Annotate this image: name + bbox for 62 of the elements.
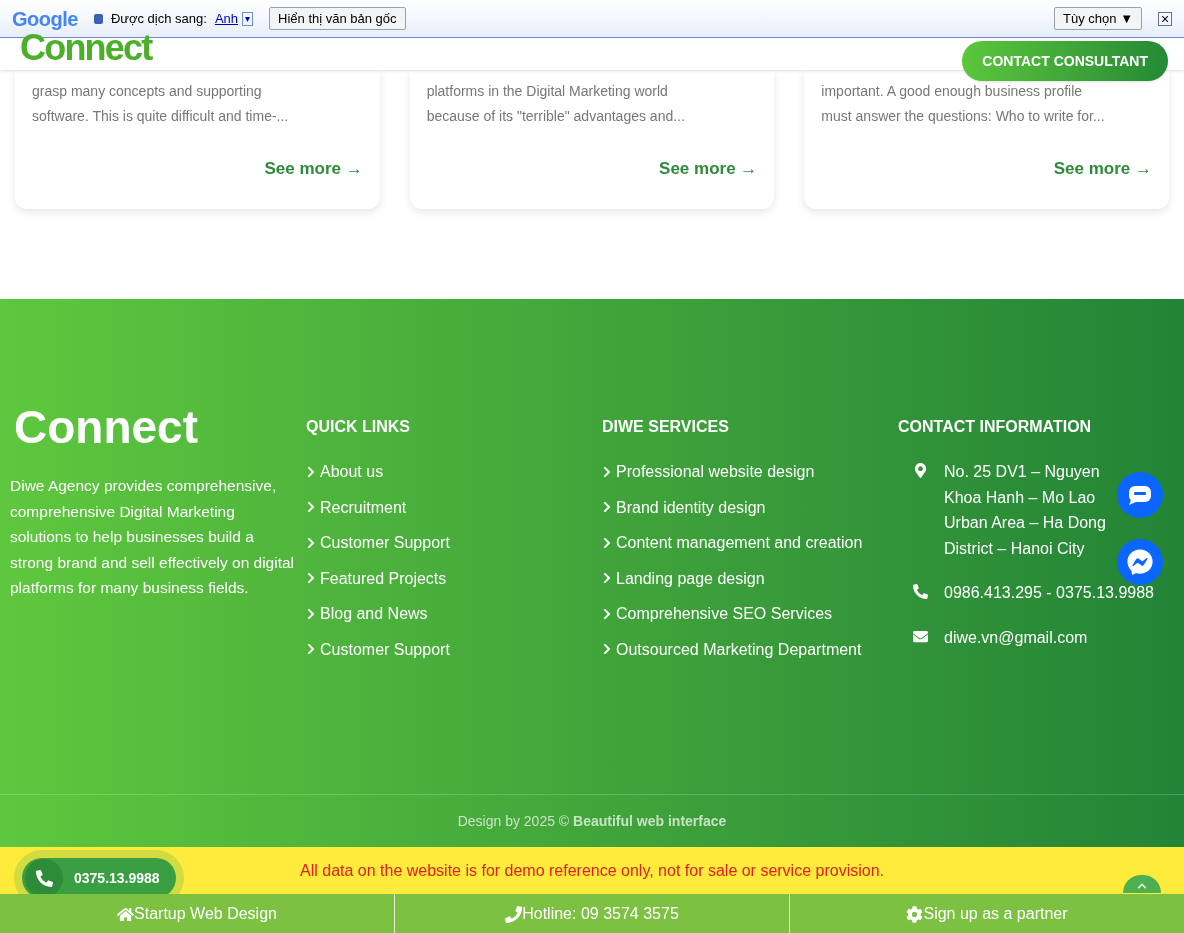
footer-link[interactable]: Featured Projects <box>306 565 578 591</box>
chevron-icon <box>602 465 612 478</box>
options-button[interactable]: Tùy chọn ▼ <box>1054 6 1142 31</box>
notice-text: All data on the website is for demo reference only, not for sale or service provision. <box>300 860 884 881</box>
envelope-icon <box>913 628 928 644</box>
translated-label: Được dịch sang: <box>110 9 207 28</box>
dropdown-button[interactable]: ▾ <box>242 11 254 26</box>
chevron-icon <box>306 607 316 620</box>
copyright-text: Design by 2025 © Beautiful web interface <box>457 811 727 831</box>
footer-link[interactable]: Outsourced Marketing Department <box>602 636 874 662</box>
footer-link[interactable]: Blog and News <box>306 601 578 627</box>
settings-icon <box>906 905 924 923</box>
chevron-icon <box>602 643 612 656</box>
column-heading: CONTACT INFORMATION <box>898 417 1093 437</box>
footer-link[interactable]: Landing page design <box>602 565 874 591</box>
phone-icon <box>505 905 523 923</box>
footer-link[interactable]: Customer Support <box>306 530 578 556</box>
chevron-icon <box>306 643 316 656</box>
contact-consultant-button[interactable]: CONTACT CONSULTANT <box>962 41 1168 81</box>
chevron-icon <box>602 501 612 514</box>
column-heading: QUICK LINKS <box>306 417 411 437</box>
card-excerpt: must answer the questions: Who to write for... <box>821 107 1106 126</box>
phone-icon <box>913 584 928 599</box>
chevron-icon <box>306 536 316 549</box>
card-excerpt: grasp many concepts and supporting <box>32 82 263 101</box>
bottom-bar-link[interactable]: Sign up as a partner <box>789 894 1184 933</box>
footer-link[interactable]: Customer Support <box>306 636 578 662</box>
see-more-link[interactable]: See more → <box>659 156 758 182</box>
footer-link[interactable]: Recruitment <box>306 494 578 520</box>
footer-link[interactable]: Content management and creation <box>602 530 874 556</box>
card-excerpt: important. A good enough business profile <box>821 82 1084 101</box>
map-pin-icon <box>913 463 928 478</box>
see-more-link[interactable]: See more → <box>264 156 363 182</box>
footer-logo: Connect <box>14 400 199 455</box>
column-heading: DIWE SERVICES <box>602 417 730 437</box>
chevron-icon <box>1137 881 1147 891</box>
contact-text: diwe.vn@gmail.com <box>944 627 1088 648</box>
google-logo: Google <box>12 6 78 32</box>
chevron-icon <box>306 572 316 585</box>
chevron-icon <box>602 536 612 549</box>
chevron-icon <box>306 501 316 514</box>
site-logo[interactable]: Connect <box>20 33 152 63</box>
card-excerpt: software. This is quite difficult and time-... <box>32 107 290 126</box>
contact-text: No. 25 DV1 – Nguyen Khoa Hanh – Mo Lao Urban Area – Ha Dong District – Hanoi City <box>944 462 1107 559</box>
chevron-icon <box>306 465 316 478</box>
bottom-bar-link[interactable]: Hotline: 09 3574 3575 <box>394 894 789 933</box>
footer-link[interactable]: Comprehensive SEO Services <box>602 601 874 627</box>
card-excerpt: platforms in the Digital Marketing world <box>426 82 669 101</box>
show-original-button[interactable]: Hiển thị văn bản gốc <box>269 6 406 31</box>
card-excerpt: because of its "terrible" advantages and... <box>426 107 686 126</box>
chevron-icon <box>602 572 612 585</box>
language-link[interactable]: Anh <box>214 8 239 29</box>
lock-icon <box>93 13 103 24</box>
see-more-link[interactable]: See more → <box>1053 156 1152 182</box>
home-icon <box>117 905 135 923</box>
about-text: Diwe Agency provides comprehensive, comprehensive Digital Marketing solutions to help businesses build a strong brand and sell effectively on digital platforms for many business fields. <box>10 476 296 598</box>
footer-link[interactable]: Brand identity design <box>602 494 874 520</box>
close-button[interactable]: × <box>1158 11 1172 26</box>
chevron-icon <box>602 607 612 620</box>
footer-link[interactable]: About us <box>306 459 578 485</box>
footer-link[interactable]: Professional website design <box>602 459 874 485</box>
contact-text: 0986.413.295 - 0375.13.9988 <box>944 583 1154 603</box>
